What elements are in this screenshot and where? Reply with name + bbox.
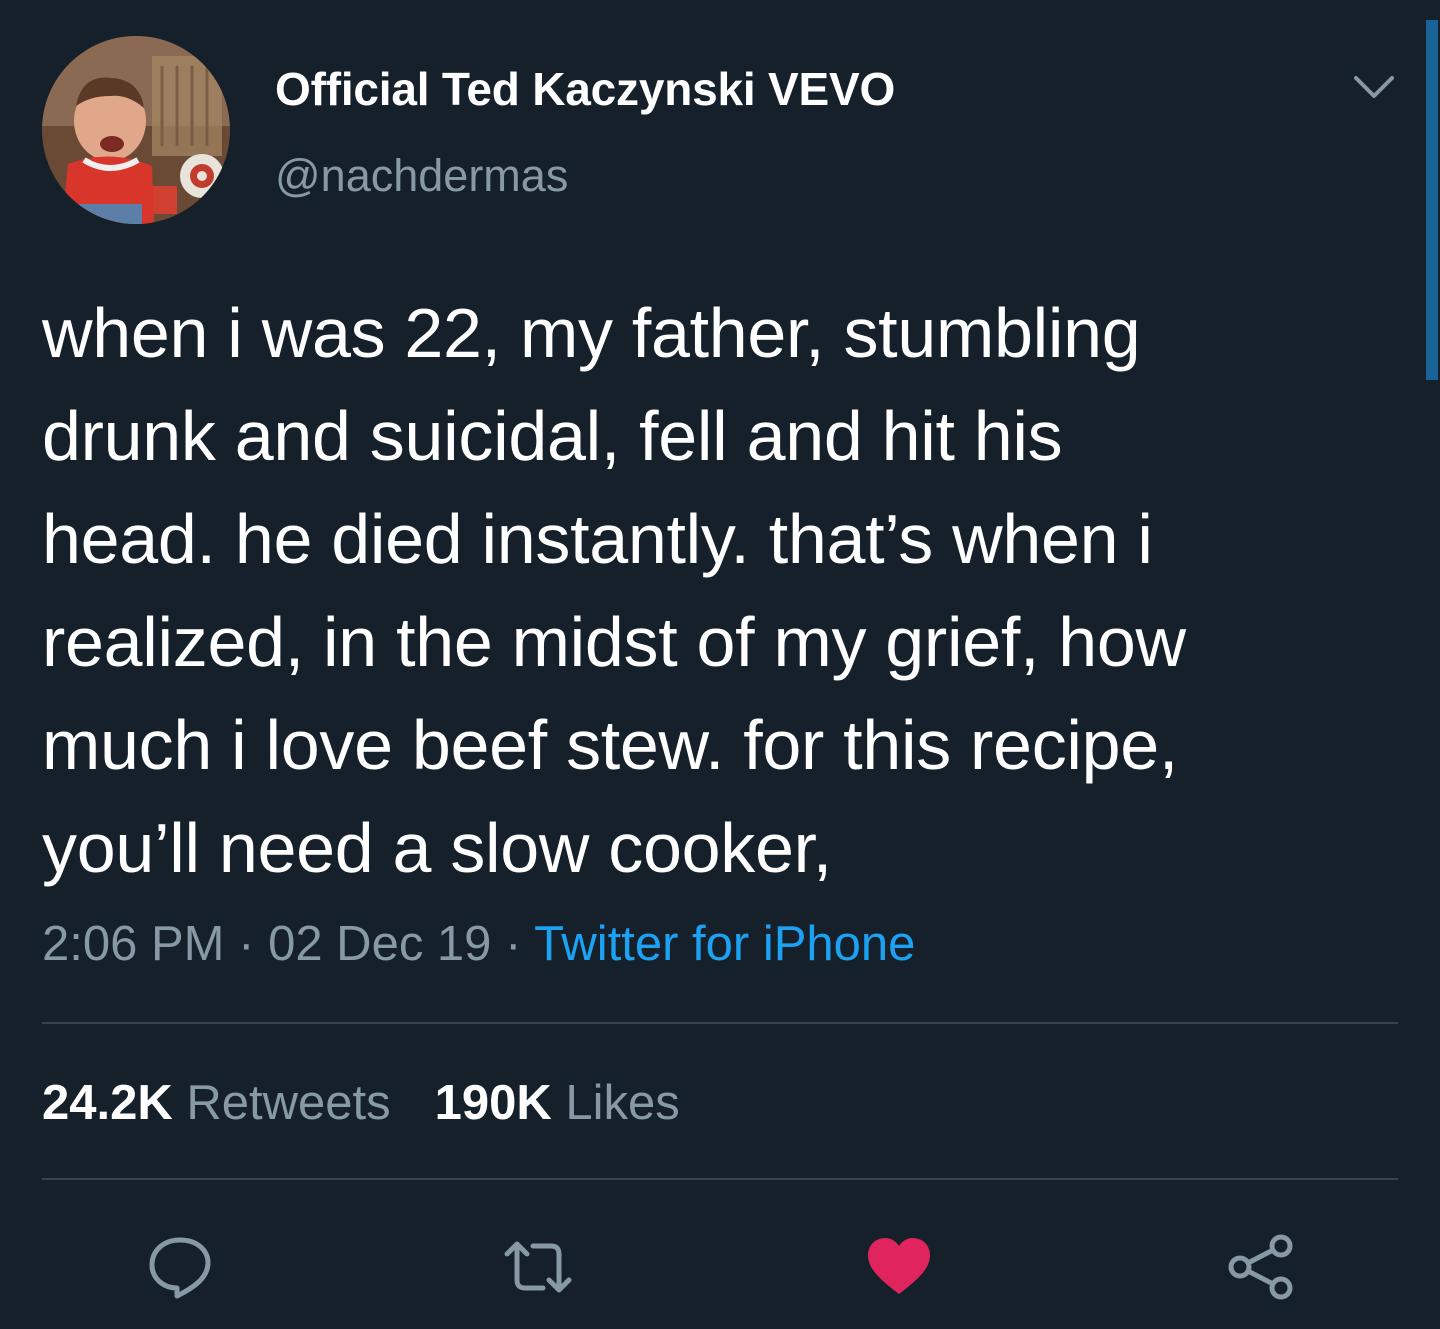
share-icon[interactable] <box>1226 1232 1296 1302</box>
likes-stat[interactable]: 190K Likes <box>435 1076 680 1130</box>
retweets-stat[interactable]: 24.2K Retweets <box>42 1076 391 1130</box>
likes-count: 190K <box>434 1076 552 1130</box>
meta-separator: · <box>238 917 255 971</box>
divider <box>42 1178 1398 1180</box>
tweet-stats: 24.2K Retweets 190K Likes <box>42 1075 680 1131</box>
meta-separator: · <box>505 917 522 971</box>
retweets-count: 24.2K <box>42 1076 173 1130</box>
tweet-text: when i was 22, my father, stumbling drun… <box>42 294 1186 887</box>
retweet-icon[interactable] <box>503 1232 573 1302</box>
chevron-down-icon[interactable] <box>1352 72 1396 102</box>
tweet-detail-screen: Official Ted Kaczynski VEVO @nachdermas … <box>0 0 1440 1329</box>
display-name[interactable]: Official Ted Kaczynski VEVO <box>275 62 895 116</box>
user-handle[interactable]: @nachdermas <box>275 150 568 202</box>
scrollbar[interactable] <box>1426 20 1438 380</box>
tweet-source-link[interactable]: Twitter for iPhone <box>534 917 915 971</box>
tweet-date: 02 Dec 19 <box>268 917 492 971</box>
avatar[interactable] <box>42 36 230 224</box>
divider <box>42 1022 1398 1024</box>
profile-photo-icon <box>42 36 230 224</box>
tweet-meta: 2:06 PM · 02 Dec 19 · Twitter for iPhone <box>42 916 915 972</box>
retweets-label: Retweets <box>186 1076 391 1130</box>
reply-icon[interactable] <box>145 1232 215 1302</box>
tweet-time: 2:06 PM <box>42 917 225 971</box>
heart-icon[interactable] <box>864 1232 934 1302</box>
likes-label: Likes <box>565 1076 680 1130</box>
